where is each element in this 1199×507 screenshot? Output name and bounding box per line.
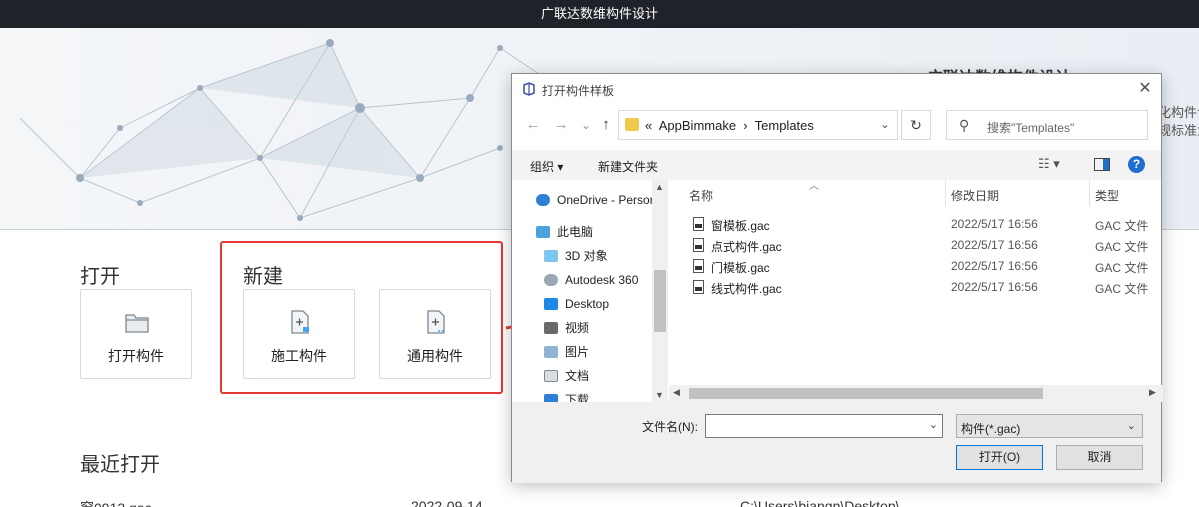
column-name[interactable]: 名称 [689, 187, 713, 204]
app-title: 广联达数维构件设计 [0, 0, 1199, 28]
navigation-scrollbar[interactable]: ▲ ▼ [652, 180, 668, 402]
gac-file-icon [693, 238, 704, 252]
image-icon [544, 346, 558, 358]
chevron-down-icon[interactable]: ⌄ [873, 111, 897, 139]
column-type[interactable]: 类型 [1095, 187, 1119, 204]
file-row[interactable]: 线式构件.gac 2022/5/17 16:56 GAC 文件 [669, 277, 1163, 298]
recent-file-date: 2022-09-14 [411, 498, 483, 507]
folder-icon [625, 118, 639, 131]
hero-subtitle-1: 化构件设 [1158, 105, 1199, 120]
open-section-title: 打开 [80, 266, 120, 288]
address-bar[interactable]: « AppBimmake › Templates ⌄ [618, 110, 898, 140]
cloud-icon [536, 194, 550, 206]
recent-locations-button[interactable]: ⌄ [575, 114, 597, 136]
cube-icon [544, 250, 558, 262]
file-row[interactable]: 门模板.gac 2022/5/17 16:56 GAC 文件 [669, 256, 1163, 277]
breadcrumb-separator: › [743, 118, 748, 133]
nav-item-documents[interactable]: 文档 [544, 366, 589, 386]
breadcrumb-appbimmake[interactable]: AppBimmake [659, 118, 736, 133]
address-overflow[interactable]: « [645, 118, 652, 133]
nav-item-desktop[interactable]: Desktop [544, 294, 609, 314]
file-row[interactable]: 窗模板.gac 2022/5/17 16:56 GAC 文件 [669, 214, 1163, 235]
hero-subtitle-2: 规标准业 [1158, 123, 1199, 138]
scroll-up-icon[interactable]: ▲ [655, 182, 664, 192]
gac-file-icon [693, 259, 704, 273]
navigation-pane: OneDrive - Personal 此电脑 3D 对象 Autodesk 3… [512, 180, 668, 402]
open-component-label: 打开构件 [108, 348, 164, 364]
organize-menu[interactable]: 组织 ▾ [530, 158, 563, 175]
up-button[interactable]: ↑ [595, 114, 617, 136]
search-input[interactable]: ⚲ 搜索"Templates" [946, 110, 1148, 140]
file-type-select[interactable]: 构件(*.gac) ⌄ [956, 414, 1143, 438]
dialog-footer: 文件名(N): ⌄ 构件(*.gac) ⌄ 打开(O) 取消 [512, 402, 1161, 483]
cancel-button[interactable]: 取消 [1056, 445, 1143, 470]
scrollbar-thumb[interactable] [654, 270, 666, 332]
gac-file-icon [693, 217, 704, 231]
drive-icon [544, 274, 558, 286]
open-template-dialog: 打开构件样板 ✕ ← → ⌄ ↑ « AppBimmake › Template… [511, 73, 1163, 483]
computer-icon [536, 226, 550, 238]
download-icon [544, 394, 558, 402]
document-icon [544, 370, 558, 382]
filename-label: 文件名(N): [642, 420, 698, 434]
preview-pane-icon[interactable] [1094, 158, 1110, 171]
folder-icon [125, 314, 149, 333]
scrollbar-thumb[interactable] [689, 388, 1043, 399]
chevron-down-icon[interactable]: ⌄ [929, 418, 938, 431]
column-date[interactable]: 修改日期 [951, 187, 999, 204]
recent-file-name[interactable]: 窗0913.gac [80, 498, 152, 507]
close-icon[interactable]: ✕ [1133, 78, 1157, 100]
nav-item-pictures[interactable]: 图片 [544, 342, 589, 362]
dialog-toolbar: 组织 ▾ 新建文件夹 ☷ ▾ ? [512, 150, 1161, 180]
video-icon [544, 322, 558, 334]
file-list: ︿ 名称 修改日期 类型 窗模板.gac 2022/5/17 16:56 GAC… [669, 180, 1163, 402]
help-icon[interactable]: ? [1128, 156, 1145, 173]
nav-item-onedrive[interactable]: OneDrive - Personal [536, 190, 666, 210]
app-logo-icon [523, 82, 535, 96]
sort-ascending-icon: ︿ [809, 181, 819, 192]
new-folder-button[interactable]: 新建文件夹 [598, 158, 658, 175]
nav-item-3d-objects[interactable]: 3D 对象 [544, 246, 608, 266]
nav-item-downloads[interactable]: 下载 [544, 390, 589, 402]
file-row[interactable]: 点式构件.gac 2022/5/17 16:56 GAC 文件 [669, 235, 1163, 256]
open-component-tile[interactable]: 打开构件 [80, 289, 192, 379]
forward-button[interactable]: → [550, 114, 572, 136]
filename-input[interactable]: ⌄ [705, 414, 943, 438]
horizontal-scrollbar[interactable]: ◀ ▶ [669, 385, 1163, 402]
chevron-down-icon: ⌄ [1126, 420, 1136, 432]
open-button[interactable]: 打开(O) [956, 445, 1043, 470]
highlight-box [220, 241, 503, 394]
breadcrumb-templates[interactable]: Templates [755, 118, 814, 133]
dialog-titlebar[interactable]: 打开构件样板 ✕ [512, 74, 1161, 104]
view-options-button[interactable]: ☷ ▾ [1038, 156, 1060, 172]
desktop-icon [544, 298, 558, 310]
search-icon: ⚲ [959, 117, 970, 133]
scroll-down-icon[interactable]: ▼ [655, 390, 664, 400]
refresh-button[interactable]: ↻ [901, 110, 931, 140]
nav-item-autodesk-360[interactable]: Autodesk 360 [544, 270, 638, 290]
scroll-right-icon[interactable]: ▶ [1149, 387, 1156, 398]
recent-file-path: C:\Users\bianqn\Desktop\ [740, 498, 900, 507]
back-button[interactable]: ← [522, 114, 544, 136]
recent-section-title: 最近打开 [80, 454, 160, 476]
nav-item-videos[interactable]: 视频 [544, 318, 589, 338]
dialog-title: 打开构件样板 [542, 84, 615, 98]
scroll-left-icon[interactable]: ◀ [673, 387, 680, 398]
gac-file-icon [693, 280, 704, 294]
nav-item-this-pc[interactable]: 此电脑 [536, 222, 593, 242]
search-placeholder: 搜索"Templates" [987, 121, 1075, 135]
